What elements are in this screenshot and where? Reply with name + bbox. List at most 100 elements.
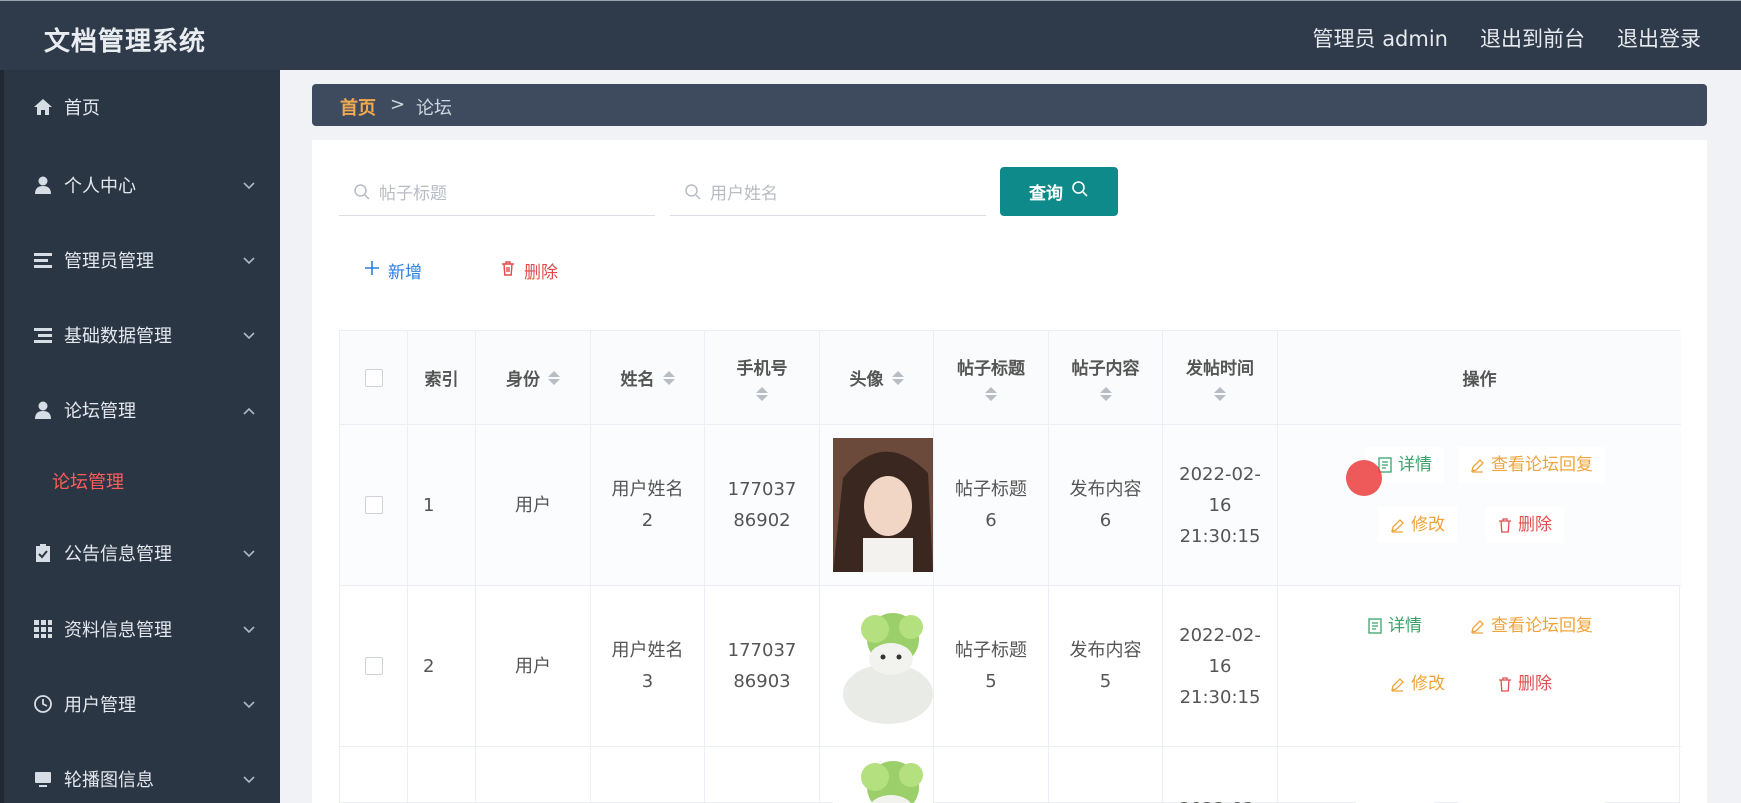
avatar[interactable] [833, 747, 933, 803]
sidebar-item-label: 首页 [64, 98, 100, 119]
clipboard-icon [32, 542, 54, 564]
title-search-input[interactable]: 帖子标题 [339, 168, 655, 216]
breadcrumb-home[interactable]: 首页 [340, 94, 376, 120]
title-cell: 帖子标题6 [934, 425, 1049, 585]
trash-icon [500, 260, 516, 281]
logout-link[interactable]: 退出登录 [1617, 23, 1701, 53]
view-reply-button[interactable]: 查看论坛回复 [1458, 797, 1605, 803]
click-indicator [1346, 460, 1382, 496]
time-cell: 2022-02-16 21:30:15 [1163, 586, 1278, 746]
sort-icon[interactable] [662, 370, 675, 385]
breadcrumb: 首页 > 论坛 [312, 84, 1707, 126]
view-reply-button[interactable]: 查看论坛回复 [1458, 608, 1605, 644]
content-cell: 发布内容5 [1049, 586, 1163, 746]
sidebar-item-admin[interactable]: 管理员管理 [4, 235, 280, 285]
sidebar-item-users[interactable]: 用户管理 [4, 679, 280, 729]
add-button-label: 新增 [388, 262, 422, 283]
header-time-label: 发帖时间 [1186, 359, 1254, 379]
sidebar-subitem-label: 论坛管理 [52, 472, 124, 493]
clock-icon [32, 693, 54, 715]
sort-icon[interactable] [891, 370, 904, 385]
sort-icon[interactable] [1214, 387, 1226, 401]
delete-button[interactable]: 删除 [1486, 507, 1564, 543]
sidebar-item-label: 轮播图信息 [64, 770, 154, 791]
header-content[interactable]: 帖子内容 [1049, 331, 1163, 425]
monitor-icon [32, 768, 54, 790]
index-cell: 1 [408, 425, 476, 585]
avatar[interactable] [833, 599, 933, 733]
sort-icon[interactable] [985, 387, 997, 401]
content-cell: 发布内容6 [1049, 425, 1163, 585]
sidebar-item-label: 个人中心 [64, 176, 136, 197]
sidebar-item-home[interactable]: 首页 [4, 82, 280, 132]
edit-icon [1471, 458, 1484, 473]
top-bar: 文档管理系统 管理员 admin 退出到前台 退出登录 [0, 0, 1741, 70]
home-icon [32, 96, 54, 118]
chevron-down-icon [242, 546, 256, 560]
row-checkbox[interactable] [364, 496, 383, 514]
exit-to-frontend-link[interactable]: 退出到前台 [1480, 23, 1585, 53]
edit-icon [1391, 518, 1404, 533]
chevron-down-icon [242, 178, 256, 192]
detail-label: 详情 [1388, 800, 1422, 803]
row-checkbox[interactable] [364, 657, 383, 675]
chevron-up-icon [242, 403, 256, 417]
admin-user-link[interactable]: 管理员 admin [1313, 23, 1448, 53]
header-role[interactable]: 身份 [476, 331, 591, 425]
select-all-checkbox[interactable] [364, 368, 383, 387]
detail-button[interactable]: 详情 [1356, 797, 1434, 803]
header-avatar[interactable]: 头像 [820, 331, 934, 425]
row-checkbox-cell [340, 747, 408, 803]
header-time[interactable]: 发帖时间 [1163, 331, 1278, 425]
sort-icon[interactable] [1099, 387, 1112, 401]
view-reply-button[interactable]: 查看论坛回复 [1458, 447, 1605, 483]
name-search-input[interactable]: 用户姓名 [670, 168, 986, 216]
delete-button-label: 删除 [524, 262, 558, 283]
role-cell: 用户 [476, 425, 591, 585]
ops-cell: 详情 查看论坛回复 修改 删除 [1278, 425, 1681, 585]
row-checkbox-cell [340, 425, 408, 585]
header-title[interactable]: 帖子标题 [934, 331, 1049, 425]
sidebar-subitem-forum[interactable]: 论坛管理 [4, 458, 280, 504]
delete-button[interactable]: 删除 [1486, 666, 1564, 702]
header-phone[interactable]: 手机号 [705, 331, 820, 425]
sidebar-item-label: 用户管理 [64, 695, 136, 716]
role-cell [476, 747, 591, 803]
sidebar-item-notice[interactable]: 公告信息管理 [4, 528, 280, 578]
edit-button[interactable]: 修改 [1378, 666, 1457, 702]
avatar-cell [820, 747, 934, 803]
header-index: 索引 [408, 331, 476, 425]
sidebar-item-materials[interactable]: 资料信息管理 [4, 604, 280, 654]
avatar[interactable] [833, 438, 933, 572]
document-icon [1368, 618, 1382, 634]
header-name[interactable]: 姓名 [591, 331, 705, 425]
ops-cell: 详情 查看论坛回复 [1278, 747, 1681, 803]
chevron-down-icon [242, 697, 256, 711]
breadcrumb-current: 论坛 [416, 98, 452, 119]
edit-icon [1471, 619, 1484, 634]
title-cell: 帖子标题5 [934, 586, 1049, 746]
header-role-label: 身份 [506, 370, 540, 390]
add-button[interactable]: 新增 [364, 250, 422, 290]
sidebar-item-carousel[interactable]: 轮播图信息 [4, 754, 280, 803]
bulk-delete-button[interactable]: 删除 [500, 250, 558, 290]
list-icon [32, 249, 54, 271]
chevron-down-icon [242, 622, 256, 636]
detail-button[interactable]: 详情 [1356, 608, 1434, 644]
sidebar-item-basic-data[interactable]: 基础数据管理 [4, 310, 280, 360]
sidebar-item-label: 公告信息管理 [64, 544, 172, 565]
query-button[interactable]: 查询 [1000, 167, 1118, 216]
delete-label: 删除 [1518, 673, 1552, 694]
time-cell: 2022-02- [1163, 747, 1278, 803]
sort-icon[interactable] [756, 387, 768, 401]
detail-label: 详情 [1388, 615, 1422, 636]
forum-table: 索引 身份 姓名 手机号 头像 帖子标题 帖子内容 发帖时间 操作 1 用户 用… [339, 330, 1681, 803]
sidebar-item-profile[interactable]: 个人中心 [4, 160, 280, 210]
table-row: 2 用户 用户姓名3 17703786903 帖子标题5 发布内容5 2022-… [340, 586, 1681, 747]
sidebar-item-forum[interactable]: 论坛管理 [4, 385, 280, 435]
sort-icon[interactable] [548, 370, 560, 385]
view-reply-label: 查看论坛回复 [1491, 615, 1593, 636]
edit-button[interactable]: 修改 [1378, 507, 1457, 543]
sidebar-item-label: 资料信息管理 [64, 620, 172, 641]
edit-icon [1391, 677, 1404, 692]
